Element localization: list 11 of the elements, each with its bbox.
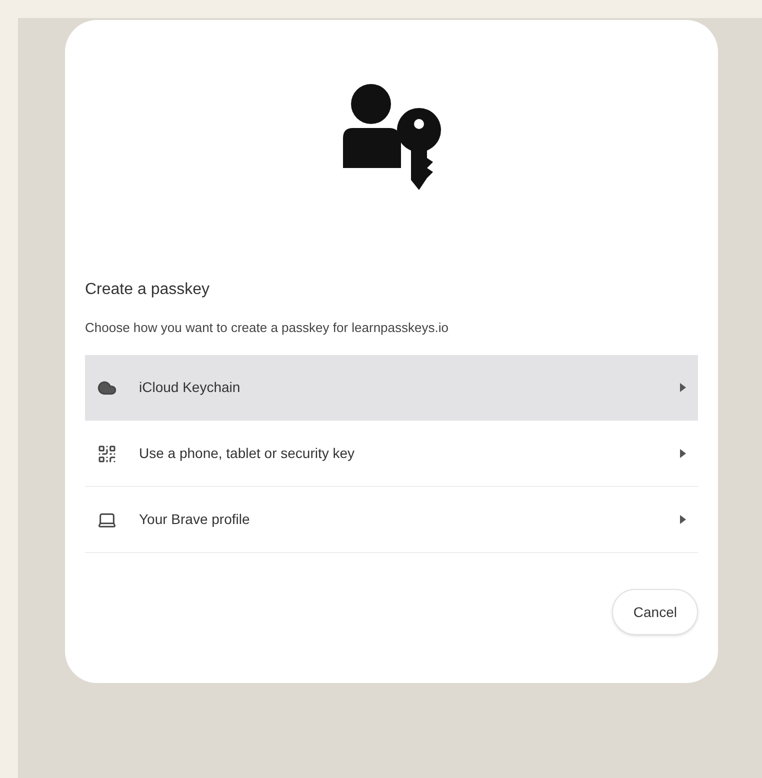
caret-icon: [680, 449, 686, 458]
option-label: Use a phone, tablet or security key: [139, 444, 356, 463]
dialog-subtitle: Choose how you want to create a passkey for learnpasskeys.io: [85, 319, 450, 337]
option-item[interactable]: iCloud Keychain: [85, 355, 698, 421]
dialog-title: Create a passkey: [85, 280, 211, 300]
caret-icon: [680, 383, 686, 392]
caret-icon: [680, 515, 686, 524]
qr-code-icon: [97, 444, 117, 464]
option-label: iCloud Keychain: [139, 378, 242, 397]
cancel-button[interactable]: Cancel: [612, 589, 698, 635]
option-label: Your Brave profile: [139, 510, 251, 529]
